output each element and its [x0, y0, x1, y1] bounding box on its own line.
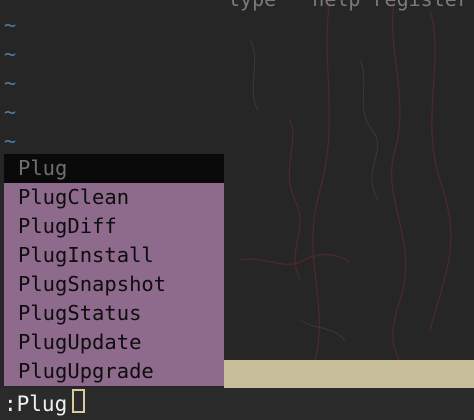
empty-line-tilde: ~	[4, 71, 17, 95]
vim-editor[interactable]: type help register ~ ~ ~ ~ ~ Plug PlugCl…	[0, 0, 474, 420]
completion-item-plugupgrade[interactable]: PlugUpgrade	[4, 357, 224, 386]
status-bar	[224, 360, 474, 388]
empty-line-tilde: ~	[4, 42, 17, 66]
buffer-text-line: type help register	[228, 0, 469, 10]
completion-item-plugclean[interactable]: PlugClean	[4, 183, 224, 212]
command-line-input[interactable]: :Plug	[4, 390, 67, 418]
completion-menu: Plug PlugClean PlugDiff PlugInstall Plug…	[4, 154, 224, 387]
empty-line-tilde: ~	[4, 13, 17, 37]
empty-line-tilde: ~	[4, 129, 17, 153]
completion-item-plugdiff[interactable]: PlugDiff	[4, 212, 224, 241]
completion-item-pluginstall[interactable]: PlugInstall	[4, 241, 224, 270]
completion-item-plugstatus[interactable]: PlugStatus	[4, 299, 224, 328]
completion-item-plugupdate[interactable]: PlugUpdate	[4, 328, 224, 357]
text-cursor	[72, 389, 85, 413]
completion-item-plug[interactable]: Plug	[4, 154, 224, 183]
empty-line-tilde: ~	[4, 100, 17, 124]
completion-item-plugsnapshot[interactable]: PlugSnapshot	[4, 270, 224, 299]
